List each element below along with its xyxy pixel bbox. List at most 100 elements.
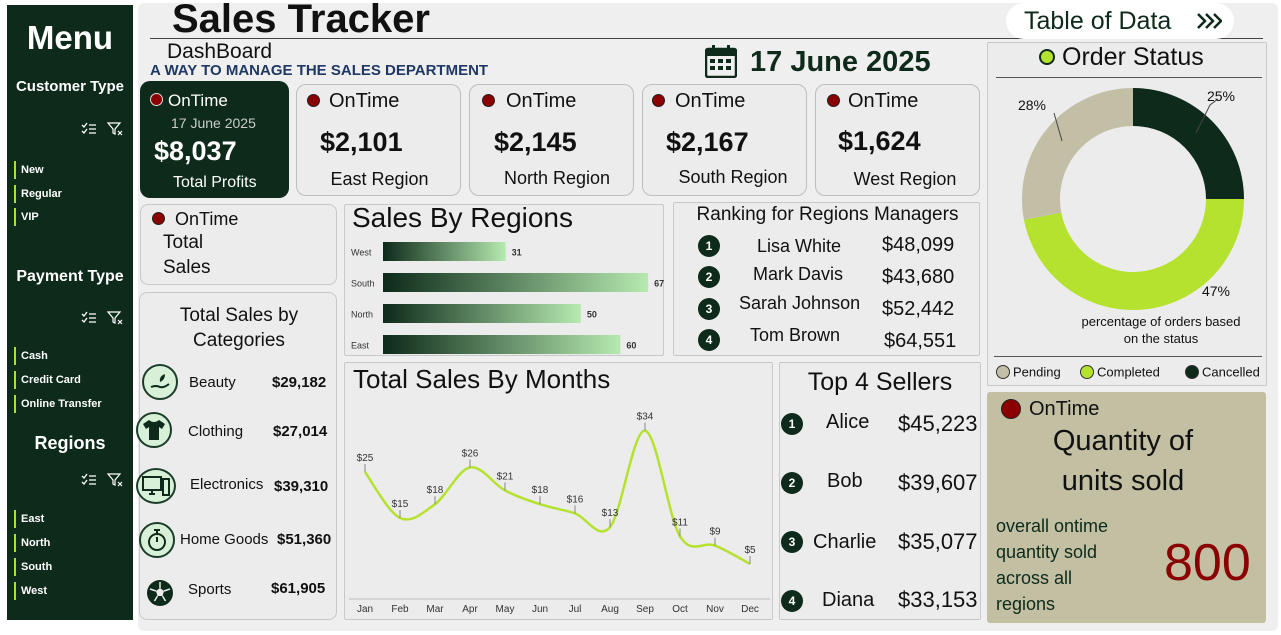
donut-data-label: 25% [1207,88,1235,104]
manager-name: Mark Davis [753,264,844,284]
line-data-label: $18 [427,485,444,496]
slicer-item-new[interactable]: New [14,161,44,179]
payment-type-label: Payment Type [16,268,124,285]
line-data-label: $9 [709,527,721,538]
sales-by-regions-chart-panel: Sales By Regions West 31 South 67 North 50 Eas… [344,202,664,356]
seller-name: Charlie [813,531,877,553]
order-status-caption-line1: percentage of orders based [1081,314,1241,329]
table-of-data-label: Table of Data [1024,7,1172,35]
slicer-item-regular[interactable]: Regular [14,185,62,203]
rank-badge: 1 [698,235,720,257]
slicer-item-north[interactable]: North [14,534,50,552]
top-sellers-panel: Top 4 Sellers 1 Alice $45,223 2 Bob $39,… [779,362,981,620]
slicer-item-east[interactable]: East [14,510,44,528]
table-of-data-button[interactable]: Table of Data [1006,3,1234,39]
rank-badge: 1 [781,413,803,435]
ontime-badge: OnTime [848,90,919,112]
soccer-ball-icon [142,575,178,611]
regions-label: Regions [34,433,106,453]
bar-category-label: East [351,341,370,351]
quantity-desc-line: across all [996,568,1073,588]
total-sales-card: OnTime Total Sales [140,204,337,285]
manager-name: Sarah Johnson [739,293,861,313]
slicer-item-west[interactable]: West [14,582,47,600]
manager-name: Tom Brown [750,325,841,345]
sales-series-line [363,429,751,566]
bar-east [383,335,621,354]
slicer-item-vip[interactable]: VIP [14,208,39,226]
slicer-item-cash[interactable]: Cash [14,347,48,365]
slicer-item-south[interactable]: South [14,558,52,576]
slicer-item-credit-card[interactable]: Credit Card [14,371,81,389]
seller-name: Bob [827,470,863,492]
donut-slice-cancelled [1133,88,1244,199]
quantity-desc-line: regions [996,594,1056,614]
multi-select-icon[interactable] [81,473,97,487]
seller-value: $33,153 [898,587,978,612]
seller-value: $35,077 [898,529,978,554]
bar-north [383,304,581,323]
order-status-legend: Pending Completed Cancelled [988,363,1268,383]
clear-filter-icon[interactable] [107,473,123,487]
rank-badge: 2 [781,472,803,494]
category-name: Beauty [189,374,236,391]
line-data-label: $5 [744,545,756,556]
rank-badge: 3 [781,531,803,553]
stopwatch-icon [139,522,175,558]
slicer-item-online-transfer[interactable]: Online Transfer [14,395,102,413]
categories-panel: Total Sales by Categories Beauty $29,182… [136,292,337,620]
ontime-indicator-icon [150,93,163,106]
sidebar-menu: Menu Customer Type New Regular VIP Payme… [7,5,133,620]
category-name: Clothing [188,423,244,440]
ontime-badge: OnTime [329,90,400,112]
legend-swatch [1080,364,1094,379]
manager-value: $64,551 [884,330,957,352]
menu-title: Menu [26,19,114,56]
x-tick-label: Jun [532,604,548,615]
profits-value: $8,037 [154,136,237,166]
seller-name: Diana [822,589,875,611]
region-value: $2,145 [494,127,577,157]
page-title: Sales Tracker [172,0,430,41]
x-tick-label: Aug [601,604,619,615]
calendar-icon [704,44,738,83]
sellers-title: Top 4 Sellers [807,368,953,396]
managers-ranking-panel: Ranking for Regions Managers 1 Lisa Whit… [673,202,980,356]
quantity-title-line2: units sold [1061,465,1185,497]
multi-select-icon[interactable] [81,311,97,325]
bar-category-label: North [351,310,373,320]
seller-name: Alice [826,411,870,433]
manager-name: Lisa White [757,236,842,256]
category-value: $27,014 [273,423,328,440]
category-name: Home Goods [180,531,269,548]
rank-badge: 2 [698,266,720,288]
bar-south [383,273,649,292]
x-tick-label: Jul [569,604,582,615]
region-name: East Region [330,169,429,189]
ontime-indicator-icon [827,94,840,107]
ontime-badge: OnTime [675,90,746,112]
clear-filter-icon[interactable] [107,122,123,136]
quantity-title-line1: Quantity of [1052,425,1194,457]
tshirt-icon [136,412,172,448]
ontime-badge: OnTime [506,90,577,112]
customer-type-slicer-controls [81,122,131,138]
x-tick-label: Nov [706,604,724,615]
manager-value: $43,680 [882,266,955,288]
ontime-badge: OnTime [1029,398,1100,420]
x-tick-label: Apr [462,604,478,615]
seller-value: $45,223 [898,411,978,436]
clear-filter-icon[interactable] [107,311,123,325]
x-tick-label: Dec [741,604,759,615]
payment-type-slicer-controls [81,311,131,327]
line-data-label: $11 [672,517,688,528]
region-name: North Region [503,168,611,188]
quantity-value: 800 [1164,534,1251,592]
total-sales-line1: Total [163,232,204,253]
ontime-indicator-icon [307,94,320,107]
multi-select-icon[interactable] [81,122,97,136]
category-name: Electronics [190,476,264,493]
categories-title-line2: Categories [193,330,285,351]
region-name: West Region [853,169,957,189]
ontime-indicator-icon [652,94,665,107]
